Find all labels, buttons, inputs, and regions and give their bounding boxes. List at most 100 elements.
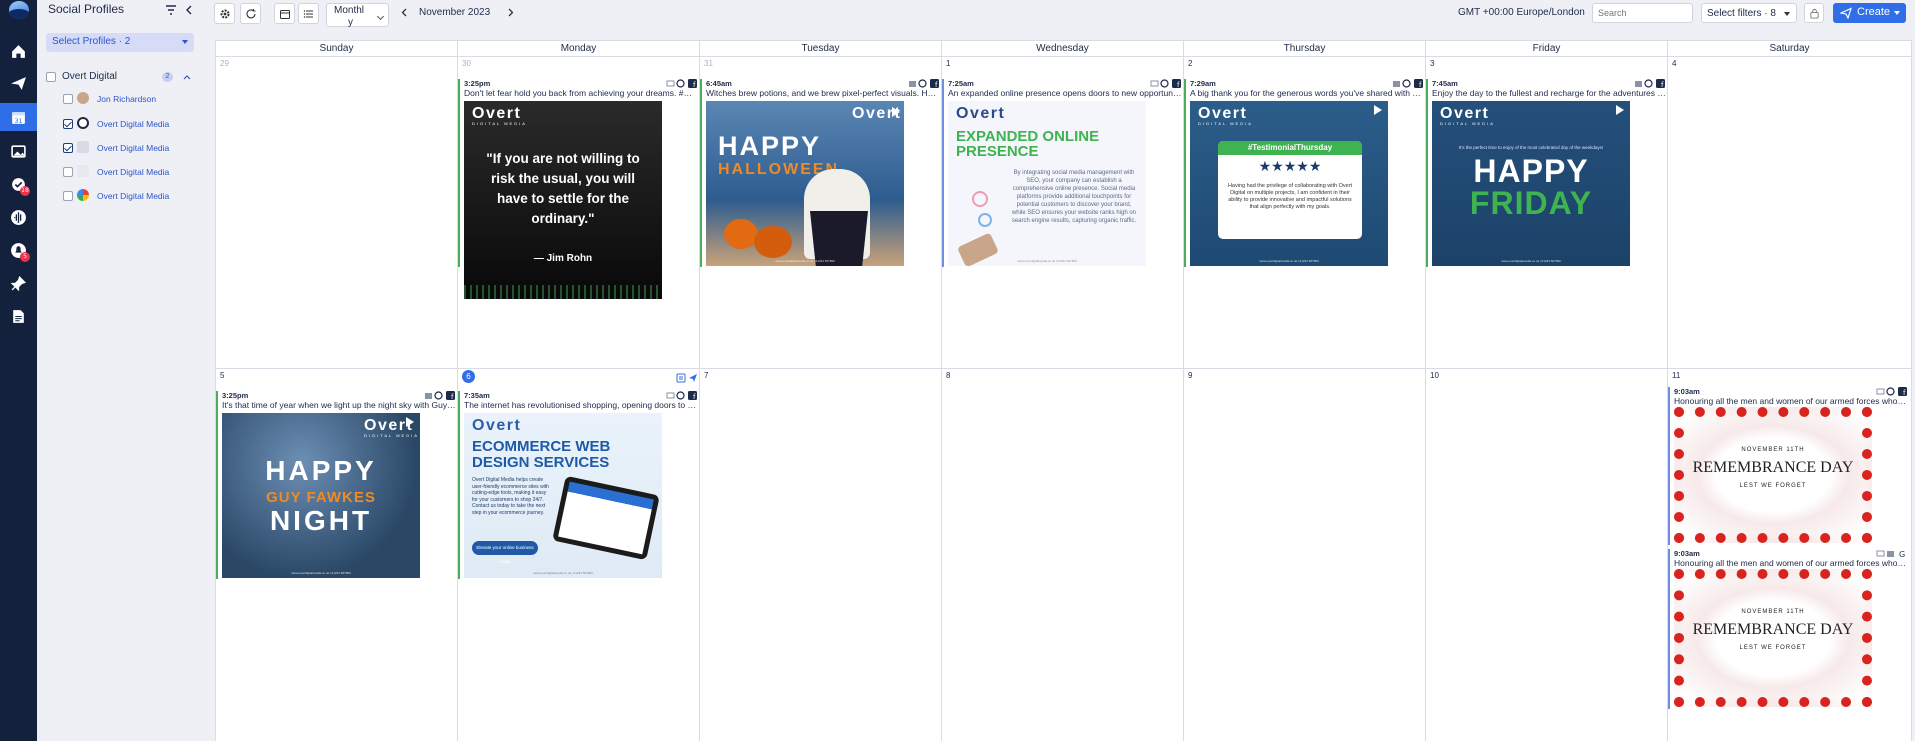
- profile-group: Overt Digital 2: [46, 70, 198, 86]
- post-text: Honouring all the men and women of our a…: [1674, 396, 1908, 406]
- facebook-icon: f: [930, 79, 939, 88]
- day-cell[interactable]: 30 3:25pm f Don't let fear hold you back…: [458, 57, 700, 369]
- post-time: 7:45am: [1432, 79, 1458, 88]
- profile-row[interactable]: Overt Digital Media: [63, 189, 225, 203]
- image-icon[interactable]: [0, 137, 37, 165]
- day-cell[interactable]: 29: [216, 57, 458, 369]
- inbox-icon[interactable]: 18: [0, 170, 37, 198]
- scheduled-post[interactable]: 9:03am G Honouring all the men and women…: [1668, 549, 1908, 709]
- day-number: 7: [704, 371, 709, 380]
- scheduled-post[interactable]: 7:25am f An expanded online presence ope…: [942, 79, 1182, 267]
- profile-checkbox[interactable]: [63, 94, 73, 104]
- brand-logo: Overt DIGITAL MEDIA: [1198, 105, 1253, 126]
- send-icon[interactable]: [0, 69, 37, 97]
- thumbnail-footer: www.overtdigitalmedia.co.uk | 01234 5678…: [1501, 259, 1561, 263]
- pin-icon[interactable]: [0, 269, 37, 297]
- scheduled-post[interactable]: 6:45am f Witches brew potions, and we br…: [700, 79, 940, 267]
- post-thumbnail: Overt DIGITAL MEDIA #TestimonialThursday …: [1190, 101, 1388, 266]
- scheduled-post[interactable]: 9:03am f Honouring all the men and women…: [1668, 387, 1908, 545]
- list-view-button[interactable]: [298, 3, 319, 24]
- day-cell[interactable]: 7: [700, 369, 942, 741]
- day-cell[interactable]: 11 9:03am f Honouring all the men and wo…: [1668, 369, 1912, 741]
- play-icon: [406, 417, 414, 427]
- social-bubble: [972, 191, 988, 207]
- search-input[interactable]: [1592, 3, 1693, 23]
- day-cell[interactable]: 9: [1184, 369, 1426, 741]
- scheduled-post[interactable]: 7:29am f A big thank you for the generou…: [1184, 79, 1424, 267]
- day-cell[interactable]: 31 6:45am f Witches brew potions, and we…: [700, 57, 942, 369]
- chevron-down-icon: [182, 40, 188, 44]
- select-filters-dropdown[interactable]: Select filters · 8: [1701, 3, 1797, 23]
- today-marker: 6: [462, 370, 475, 383]
- day-cell[interactable]: 2 7:29am f A big thank you for the gener…: [1184, 57, 1426, 369]
- chevron-up-icon[interactable]: [183, 73, 191, 81]
- post-thumbnail: Overt DIGITAL MEDIA It's the perfect time…: [1432, 101, 1630, 266]
- lock-button[interactable]: [1804, 3, 1824, 23]
- app-logo[interactable]: [9, 1, 29, 19]
- scheduled-post[interactable]: 7:35am f The internet has revolutionised…: [458, 391, 698, 579]
- app-rail: 31 18 5: [0, 0, 37, 741]
- home-icon[interactable]: [0, 37, 37, 65]
- day-cell[interactable]: 1 7:25am f An expanded online presence o…: [942, 57, 1184, 369]
- calendar-note-icon[interactable]: [676, 373, 686, 383]
- profile-checkbox[interactable]: [63, 167, 73, 177]
- settings-button[interactable]: [214, 3, 235, 24]
- profile-row[interactable]: Overt Digital Media: [63, 117, 213, 131]
- day-number: 3: [1430, 59, 1435, 68]
- rating-stars: ★★★★★: [1258, 159, 1322, 175]
- refresh-button[interactable]: [240, 3, 261, 24]
- day-cell[interactable]: 5 3:25pm f It's that time of year when w…: [216, 369, 458, 741]
- view-mode-select[interactable]: Monthl y: [326, 3, 389, 28]
- profile-row[interactable]: Overt Digital Media: [63, 165, 213, 179]
- next-month-icon[interactable]: [506, 8, 515, 17]
- settings-icon: [220, 9, 229, 18]
- brand-logo: Overt: [472, 417, 522, 434]
- send-icon[interactable]: [688, 373, 698, 383]
- chevron-down-icon: [1894, 11, 1900, 15]
- day-cell[interactable]: 10: [1426, 369, 1668, 741]
- select-profiles-dropdown[interactable]: Select Profiles · 2: [46, 33, 194, 52]
- post-time: 6:45am: [706, 79, 732, 88]
- profile-row[interactable]: Jon Richardson: [63, 92, 213, 106]
- ecommerce-title: ECOMMERCE WEB DESIGN SERVICES: [472, 438, 611, 471]
- play-icon: [1616, 105, 1624, 115]
- create-button[interactable]: Create: [1833, 3, 1906, 23]
- instagram-icon: [676, 79, 685, 88]
- day-cell[interactable]: 8: [942, 369, 1184, 741]
- post-thumbnail: Overt DIGITAL MEDIA "If you are not willi…: [464, 101, 662, 299]
- day-cell[interactable]: 4: [1668, 57, 1912, 369]
- profile-checkbox[interactable]: [63, 143, 73, 153]
- post-time: 9:03am: [1674, 549, 1700, 558]
- facebook-icon: f: [1656, 79, 1665, 88]
- collapse-panel-icon[interactable]: [182, 3, 196, 17]
- testimonial-card: #TestimonialThursday ★★★★★ Having had th…: [1218, 141, 1362, 239]
- day-number: 11: [1672, 371, 1681, 380]
- calendar-icon[interactable]: 31: [0, 103, 37, 131]
- day-number: 10: [1430, 371, 1439, 380]
- previous-month-icon[interactable]: [400, 8, 409, 17]
- audio-wave-icon[interactable]: [0, 203, 37, 231]
- post-text: Witches brew potions, and we brew pixel-…: [706, 88, 940, 98]
- create-label: Create: [1857, 6, 1891, 18]
- notification-icon[interactable]: 5: [0, 236, 37, 264]
- scheduled-post[interactable]: 3:25pm f It's that time of year when we …: [216, 391, 456, 579]
- timezone-label[interactable]: GMT +00:00 Europe/London: [1458, 7, 1585, 18]
- profile-checkbox[interactable]: [63, 119, 73, 129]
- scheduled-post[interactable]: 3:25pm f Don't let fear hold you back fr…: [458, 79, 698, 299]
- send-icon: [1840, 7, 1852, 19]
- filter-icon[interactable]: [164, 3, 178, 17]
- profile-checkbox[interactable]: [63, 191, 73, 201]
- brand-logo: Overt DIGITAL MEDIA: [472, 105, 527, 126]
- day-cell[interactable]: 3 7:45am f Enjoy the day to the fullest …: [1426, 57, 1668, 369]
- post-time: 7:29am: [1190, 79, 1216, 88]
- quote-text: "If you are not willing to risk the usua…: [486, 151, 640, 226]
- report-icon[interactable]: [0, 302, 37, 330]
- profile-row[interactable]: Overt Digital Media: [63, 141, 213, 155]
- calendar-view-button[interactable]: [274, 3, 295, 24]
- scheduled-post[interactable]: 7:45am f Enjoy the day to the fullest an…: [1426, 79, 1666, 267]
- day-cell[interactable]: 6 7:35am f The internet has revolutionis…: [458, 369, 700, 741]
- weekday-header: Friday: [1426, 41, 1668, 57]
- quote-author: — Jim Rohn: [533, 253, 593, 264]
- weekday-header: Wednesday: [942, 41, 1184, 57]
- group-checkbox[interactable]: [46, 72, 56, 82]
